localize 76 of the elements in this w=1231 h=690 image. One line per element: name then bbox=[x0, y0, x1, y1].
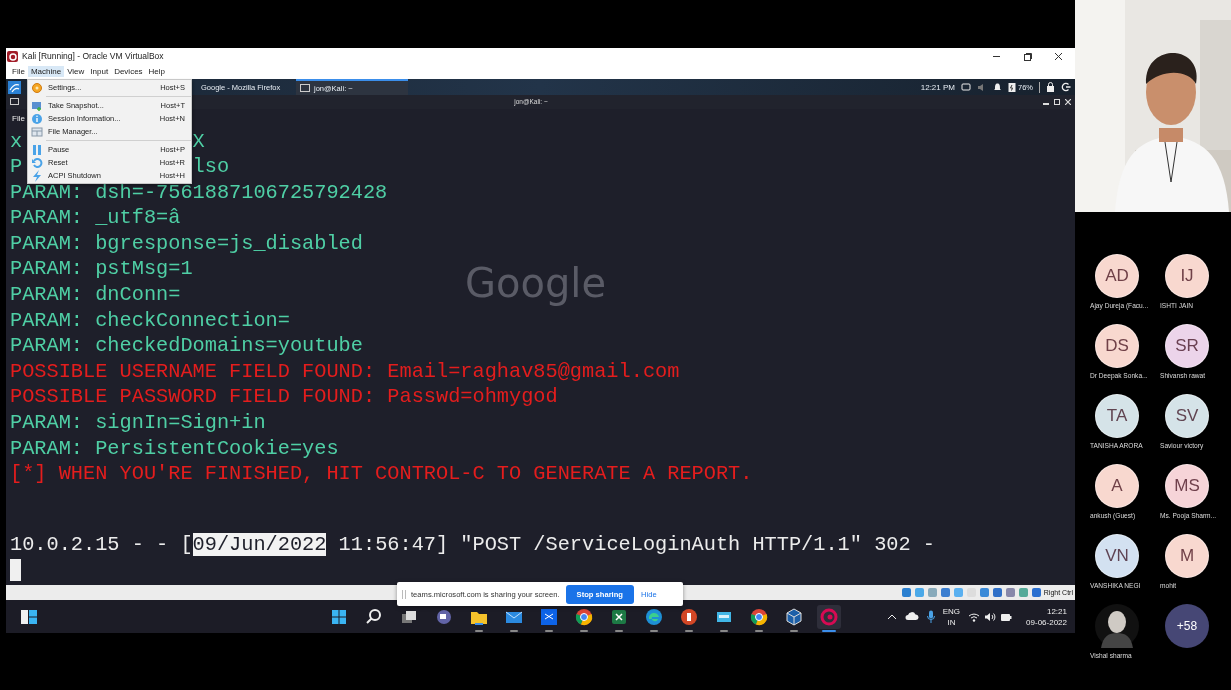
terminal-icon bbox=[10, 98, 19, 106]
selected-text: 09/Jun/2022 bbox=[192, 532, 327, 556]
terminal-line: PARAM: pstMsg=1 bbox=[10, 257, 193, 281]
menu-item[interactable]: Help bbox=[145, 66, 169, 77]
window-icon bbox=[31, 125, 43, 138]
microphone-icon[interactable] bbox=[926, 610, 935, 623]
lightning-icon bbox=[31, 169, 43, 182]
reset-icon bbox=[31, 156, 43, 169]
terminal-line: x bbox=[10, 129, 23, 153]
avatar[interactable]: TA bbox=[1095, 394, 1139, 438]
bell-icon[interactable] bbox=[993, 82, 1002, 92]
grip-icon[interactable] bbox=[402, 589, 406, 599]
info-icon bbox=[31, 112, 43, 125]
lock-icon[interactable] bbox=[1046, 82, 1055, 92]
terminal-line: POSSIBLE PASSWORD FIELD FOUND: Passwd=ohmygod bbox=[10, 385, 558, 409]
battery-icon[interactable] bbox=[1008, 82, 1016, 92]
menu-item[interactable]: View bbox=[64, 66, 88, 77]
device-icon[interactable] bbox=[1004, 587, 1016, 598]
avatar[interactable]: AD bbox=[1095, 254, 1139, 298]
terminal-line: PARAM: bgresponse=js_disabled bbox=[10, 231, 363, 255]
terminal-line: PARAM: dsh=-7561887106725792428 bbox=[10, 180, 388, 204]
avatar[interactable]: A bbox=[1095, 464, 1139, 508]
terminal-line: PARAM: PersistentCookie=yes bbox=[10, 436, 339, 460]
wifi-icon[interactable] bbox=[968, 611, 981, 622]
terminal-line: X bbox=[192, 128, 205, 155]
more-participants-button[interactable]: +58 bbox=[1165, 604, 1209, 648]
terminal-line: [*] WHEN YOU'RE FINISHED, HIT CONTROL-C TO GENERATE A REPORT. bbox=[10, 462, 753, 486]
avatar[interactable]: SR bbox=[1165, 324, 1209, 368]
text-cursor bbox=[10, 559, 21, 582]
clock[interactable]: 12:21 09-06-2022 bbox=[1026, 605, 1067, 628]
terminal-line: PARAM: _utf8=â bbox=[10, 206, 181, 230]
terminal-line: PARAM: checkConnection= bbox=[10, 308, 290, 332]
avatar[interactable]: DS bbox=[1095, 324, 1139, 368]
menu-item[interactable]: Machine bbox=[27, 66, 65, 77]
close-icon[interactable] bbox=[1065, 98, 1071, 105]
terminal-line: P bbox=[10, 155, 23, 179]
volume-icon[interactable] bbox=[984, 611, 997, 622]
pause-icon bbox=[31, 143, 43, 156]
device-icon[interactable] bbox=[939, 587, 951, 598]
device-icon[interactable] bbox=[991, 587, 1003, 598]
terminal-line: PARAM: signIn=Sign+in bbox=[10, 411, 266, 435]
avatar[interactable]: MS bbox=[1165, 464, 1209, 508]
menu-item[interactable]: Devices bbox=[111, 66, 146, 77]
window-title: Kali [Running] - Oracle VM VirtualBox bbox=[22, 51, 165, 61]
kali-menu-icon[interactable] bbox=[8, 80, 21, 94]
terminal-line: PARAM: dnConn= bbox=[10, 283, 181, 307]
avatar[interactable]: VN bbox=[1095, 534, 1139, 578]
logo-watermark: Google bbox=[465, 260, 607, 306]
avatar[interactable]: SV bbox=[1165, 394, 1209, 438]
widgets-icon[interactable] bbox=[20, 608, 38, 625]
device-icon[interactable] bbox=[978, 587, 990, 598]
avatar-silhouette-icon[interactable] bbox=[1095, 604, 1139, 648]
terminal-line: 10.0.2.15 - - [ bbox=[10, 532, 193, 556]
battery-icon[interactable] bbox=[1000, 611, 1013, 622]
terminal-line: 11:56:47] "POST /ServiceLoginAuth HTTP/1.1" 302 - bbox=[337, 532, 935, 556]
clock: 12:21 PM bbox=[920, 82, 955, 92]
display-icon[interactable] bbox=[961, 82, 971, 92]
snapshot-icon bbox=[31, 99, 43, 112]
avatar[interactable]: M bbox=[1165, 534, 1209, 578]
device-icon[interactable] bbox=[900, 587, 912, 598]
device-icon[interactable] bbox=[1030, 587, 1042, 598]
terminal-line: PARAM: checkedDomains=youtube bbox=[10, 334, 363, 358]
debian-app-icon[interactable] bbox=[817, 604, 841, 629]
maximize-icon[interactable] bbox=[1054, 98, 1060, 105]
menu-item[interactable]: File bbox=[12, 114, 25, 124]
menu-item[interactable]: File bbox=[9, 66, 28, 77]
terminal-line: lso bbox=[192, 154, 230, 180]
terminal-icon bbox=[300, 84, 310, 92]
language-indicator[interactable]: ENG IN bbox=[942, 605, 961, 628]
chevron-up-icon[interactable] bbox=[886, 612, 897, 621]
menu-item[interactable]: Input bbox=[87, 66, 112, 77]
avatar[interactable]: IJ bbox=[1165, 254, 1209, 298]
cloud-icon[interactable] bbox=[904, 612, 919, 621]
gear-icon bbox=[31, 81, 43, 94]
power-icon[interactable] bbox=[1061, 82, 1071, 92]
terminal-line: POSSIBLE USERNAME FIELD FOUND: Email=raghav85@gmail.com bbox=[10, 359, 680, 383]
